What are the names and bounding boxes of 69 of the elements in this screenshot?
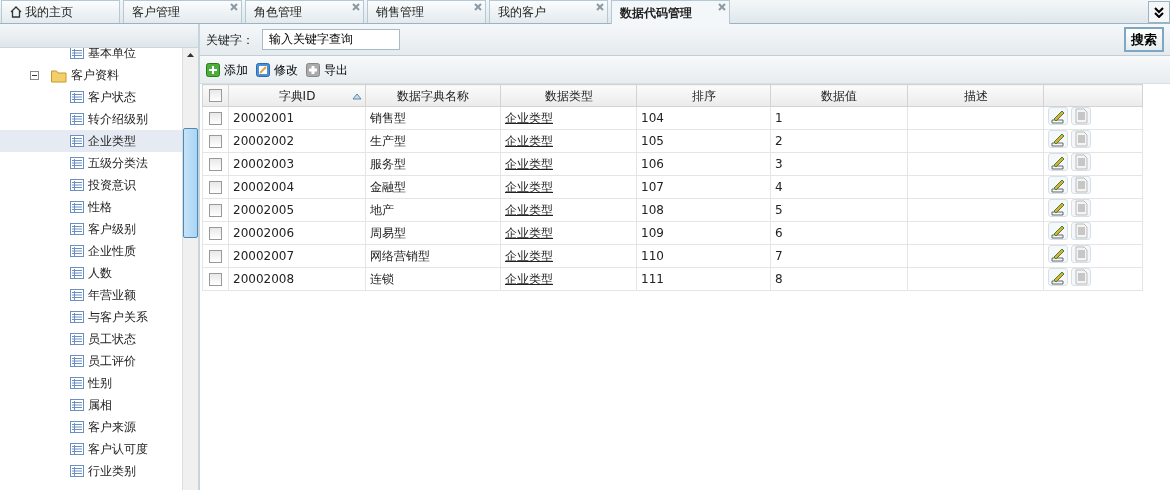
tree-item[interactable]: 行业类别 <box>0 460 182 482</box>
column-header[interactable]: 数据字典名称 <box>365 84 501 107</box>
tree-item[interactable]: 客户状态 <box>0 86 182 108</box>
table-cell: 20002005 <box>233 203 295 217</box>
table-cell: 8 <box>775 272 783 286</box>
tree-item[interactable]: 性格 <box>0 196 182 218</box>
column-header[interactable]: 描述 <box>907 84 1044 107</box>
table-cell: 地产 <box>370 203 394 217</box>
tree-item[interactable]: 客户资料 <box>0 64 182 86</box>
tree-item[interactable]: 员工状态 <box>0 328 182 350</box>
column-header[interactable]: 数据值 <box>770 84 908 107</box>
export-button[interactable]: 导出 <box>306 60 348 79</box>
tree-item[interactable]: 员工评价 <box>0 350 182 372</box>
tab[interactable]: 销售管理 <box>367 0 486 23</box>
tab[interactable]: 我的主页 <box>1 0 120 23</box>
table-cell: 20002004 <box>233 180 295 194</box>
tree-item[interactable]: 转介绍级别 <box>0 108 182 130</box>
search-button[interactable]: 搜索 <box>1124 26 1164 53</box>
table-cell: 7 <box>775 249 783 263</box>
tab[interactable]: 数据代码管理 <box>611 0 730 24</box>
table-cell: 5 <box>775 203 783 217</box>
tab[interactable]: 我的客户 <box>489 0 608 23</box>
tree-item[interactable]: 投资意识 <box>0 174 182 196</box>
tree-item[interactable]: 人数 <box>0 262 182 284</box>
table-cell: 110 <box>641 249 664 263</box>
tree-item[interactable]: 年营业额 <box>0 284 182 306</box>
keyword-field[interactable]: 输入关键字查询 <box>262 29 400 50</box>
edit-button[interactable]: 修改 <box>256 60 298 79</box>
table-cell: 服务型 <box>370 157 406 171</box>
table-cell: 108 <box>641 203 664 217</box>
table-cell: 金融型 <box>370 180 406 194</box>
tree-item[interactable]: 与客户关系 <box>0 306 182 328</box>
table-cell: 生产型 <box>370 134 406 148</box>
tree-item[interactable]: 企业类型 <box>0 130 182 152</box>
table-cell: 20002003 <box>233 157 295 171</box>
table-cell: 20002007 <box>233 249 295 263</box>
add-button[interactable]: 添加 <box>206 60 248 79</box>
tab[interactable]: 角色管理 <box>245 0 364 23</box>
table-cell: 111 <box>641 272 664 286</box>
table-cell: 6 <box>775 226 783 240</box>
tree-item[interactable]: 五级分类法 <box>0 152 182 174</box>
table-cell: 109 <box>641 226 664 240</box>
table-cell: 1 <box>775 111 783 125</box>
table-cell: 20002006 <box>233 226 295 240</box>
table-cell: 销售型 <box>370 111 406 125</box>
table-cell: 105 <box>641 134 664 148</box>
table-cell: 107 <box>641 180 664 194</box>
tree-item[interactable]: 客户级别 <box>0 218 182 240</box>
table-cell: 106 <box>641 157 664 171</box>
table-cell: 104 <box>641 111 664 125</box>
table-cell: 周易型 <box>370 226 406 240</box>
column-header[interactable]: 数据类型 <box>500 84 637 107</box>
column-header[interactable]: 排序 <box>636 84 771 107</box>
column-header[interactable]: 字典ID <box>228 84 366 107</box>
table-cell: 4 <box>775 180 783 194</box>
table-cell: 网络营销型 <box>370 249 430 263</box>
table-cell: 2 <box>775 134 783 148</box>
tree-item[interactable]: 企业性质 <box>0 240 182 262</box>
tree-item[interactable]: 客户认可度 <box>0 438 182 460</box>
tree-item[interactable]: 客户来源 <box>0 416 182 438</box>
table-cell: 连锁 <box>370 272 394 286</box>
table-cell: 20002001 <box>233 111 295 125</box>
tab[interactable]: 客户管理 <box>123 0 242 23</box>
table-cell: 20002002 <box>233 134 295 148</box>
tree-item[interactable]: 性别 <box>0 372 182 394</box>
table-cell: 3 <box>775 157 783 171</box>
table-cell: 20002008 <box>233 272 295 286</box>
keyword-label: 关键字： <box>206 31 254 49</box>
tree-item[interactable]: 属相 <box>0 394 182 416</box>
